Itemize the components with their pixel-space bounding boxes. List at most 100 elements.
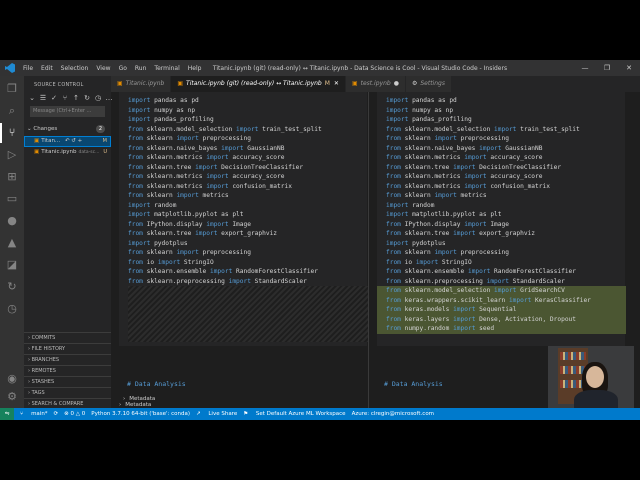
run-debug-icon[interactable]: ▷ bbox=[5, 148, 19, 162]
code-line[interactable]: import random bbox=[386, 201, 434, 211]
arrow-up-icon[interactable]: ↑ bbox=[72, 94, 80, 102]
live-share-status[interactable]: ↗ Live Share bbox=[196, 411, 237, 417]
tab-titanic[interactable]: ▣ Titanic.ipynb bbox=[111, 76, 172, 92]
code-line[interactable]: from keras.layers import Dense, Activati… bbox=[386, 315, 576, 325]
source-control-icon[interactable]: ⑂ bbox=[0, 123, 19, 143]
panel-branches[interactable]: › BRANCHES bbox=[24, 354, 111, 365]
code-line[interactable]: from sklearn import preprocessing bbox=[386, 248, 509, 258]
code-line[interactable]: from sklearn.tree import export_graphviz bbox=[128, 229, 277, 239]
github-icon[interactable]: ● bbox=[5, 214, 19, 228]
azure-icon[interactable]: ▲ bbox=[5, 236, 19, 250]
azureml-workspace[interactable]: ⚑ Set Default Azure ML Workspace bbox=[243, 411, 345, 417]
code-line[interactable]: from sklearn.tree import DecisionTreeCla… bbox=[128, 163, 303, 173]
code-line[interactable]: from sklearn import metrics bbox=[128, 191, 229, 201]
code-line[interactable]: import pandas as pd bbox=[128, 96, 199, 106]
tab-titanic-diff[interactable]: ▣ Titanic.ipynb (git) (read-only) ↔ Titan… bbox=[171, 76, 346, 92]
extensions-icon[interactable]: ⊞ bbox=[5, 170, 19, 184]
menu-file[interactable]: File bbox=[23, 65, 33, 72]
code-line[interactable]: import pydotplus bbox=[386, 239, 446, 249]
list-icon[interactable]: ☰ bbox=[39, 94, 47, 102]
code-line[interactable]: from sklearn.ensemble import RandomFores… bbox=[128, 267, 318, 277]
remote-indicator-icon[interactable]: ⇋ bbox=[0, 408, 14, 420]
menu-selection[interactable]: Selection bbox=[61, 65, 89, 72]
close-icon[interactable]: ✕ bbox=[334, 80, 339, 87]
code-line[interactable]: from sklearn.preprocessing import Standa… bbox=[386, 277, 565, 287]
code-line[interactable]: from sklearn.metrics import accuracy_sco… bbox=[386, 172, 543, 182]
search-icon[interactable]: ⌕ bbox=[5, 104, 19, 118]
chevron-down-icon[interactable]: ⌄ bbox=[28, 94, 36, 102]
branch-status[interactable]: ⑂ main* bbox=[20, 411, 48, 417]
code-line[interactable]: from sklearn.tree import DecisionTreeCla… bbox=[386, 163, 561, 173]
code-line[interactable]: from sklearn.metrics import accuracy_sco… bbox=[128, 172, 285, 182]
accounts-icon[interactable]: ◉ bbox=[5, 372, 19, 386]
minimize-button[interactable]: — bbox=[574, 60, 596, 76]
code-line[interactable]: import pandas_profiling bbox=[386, 115, 472, 125]
code-line[interactable]: from sklearn.model_selection import Grid… bbox=[386, 286, 565, 296]
menu-run[interactable]: Run bbox=[135, 65, 147, 72]
code-line[interactable]: from sklearn.model_selection import trai… bbox=[386, 125, 580, 135]
code-line[interactable]: from sklearn import preprocessing bbox=[386, 134, 509, 144]
diff-original-pane[interactable]: import pandas as pd import numpy as np imp… bbox=[111, 92, 368, 408]
code-line[interactable]: from sklearn.ensemble import RandomFores… bbox=[386, 267, 576, 277]
changed-file-item[interactable]: ▣ Titan... ↶ ↺ + M bbox=[24, 136, 111, 147]
code-line[interactable]: from sklearn.model_selection import trai… bbox=[128, 125, 322, 135]
code-line[interactable]: from sklearn.metrics import confusion_ma… bbox=[386, 182, 550, 192]
changed-file-item[interactable]: ▣ Titanic.ipynb data-sc... U bbox=[24, 147, 111, 158]
timeline-icon[interactable]: ◷ bbox=[5, 302, 19, 316]
code-cell[interactable]: import pandas as pd import numpy as np imp… bbox=[119, 92, 368, 346]
code-line[interactable]: from keras.wrappers.scikit_learn import … bbox=[386, 296, 591, 306]
code-line[interactable]: from keras.models import Sequential bbox=[386, 305, 516, 315]
menu-view[interactable]: View bbox=[96, 65, 110, 72]
panel-remotes[interactable]: › REMOTES bbox=[24, 365, 111, 376]
code-line[interactable]: import random bbox=[128, 201, 176, 211]
live-share-icon[interactable]: ↻ bbox=[5, 280, 19, 294]
code-line[interactable]: from io import StringIO bbox=[128, 258, 214, 268]
code-line[interactable]: from sklearn.metrics import accuracy_sco… bbox=[386, 153, 543, 163]
history-icon[interactable]: ◷ bbox=[94, 94, 102, 102]
code-line[interactable]: from sklearn.metrics import accuracy_sco… bbox=[128, 153, 285, 163]
remote-explorer-icon[interactable]: ▭ bbox=[5, 192, 19, 206]
menu-go[interactable]: Go bbox=[119, 65, 127, 72]
changes-group[interactable]: ⌄ Changes 2 bbox=[27, 124, 109, 134]
code-line[interactable]: from sklearn.metrics import confusion_ma… bbox=[128, 182, 292, 192]
refresh-icon[interactable]: ↻ bbox=[83, 94, 91, 102]
metadata-toggle[interactable]: › Metadata bbox=[123, 396, 155, 402]
tab-settings[interactable]: ⚙ Settings bbox=[405, 76, 452, 92]
check-icon[interactable]: ✓ bbox=[50, 94, 58, 102]
explorer-icon[interactable]: ❐ bbox=[5, 82, 19, 96]
code-line[interactable]: from numpy.random import seed bbox=[386, 324, 494, 334]
panel-stashes[interactable]: › STASHES bbox=[24, 376, 111, 387]
tab-test[interactable]: ▣ test.ipynb ● bbox=[345, 76, 406, 92]
code-line[interactable]: import pydotplus bbox=[128, 239, 188, 249]
code-line[interactable]: from sklearn.tree import export_graphviz bbox=[386, 229, 535, 239]
problems-status[interactable]: ⊗ 0 △ 0 bbox=[64, 411, 85, 417]
file-action-icons[interactable]: ↶ ↺ + bbox=[65, 138, 82, 144]
code-line[interactable]: from sklearn import metrics bbox=[386, 191, 487, 201]
code-line[interactable]: import numpy as np bbox=[128, 106, 195, 116]
code-line[interactable]: from sklearn import preprocessing bbox=[128, 248, 251, 258]
code-line[interactable]: from IPython.display import Image bbox=[128, 220, 251, 230]
code-line[interactable]: import pandas as pd bbox=[386, 96, 457, 106]
code-line[interactable]: from sklearn import preprocessing bbox=[128, 134, 251, 144]
code-cell[interactable]: import pandas as pd import numpy as np imp… bbox=[377, 92, 626, 346]
commit-message-input[interactable]: Message (Ctrl+Enter ... bbox=[30, 106, 105, 117]
maximize-button[interactable]: ❐ bbox=[596, 60, 618, 76]
code-line[interactable]: from sklearn.preprocessing import Standa… bbox=[128, 277, 307, 287]
menu-edit[interactable]: Edit bbox=[41, 65, 53, 72]
close-button[interactable]: ✕ bbox=[618, 60, 640, 76]
gear-icon[interactable]: ⚙ bbox=[5, 390, 19, 404]
branch-icon[interactable]: ⑂ bbox=[61, 94, 69, 102]
code-line[interactable]: from sklearn.naive_bayes import Gaussian… bbox=[386, 144, 542, 154]
menu-terminal[interactable]: Terminal bbox=[154, 65, 179, 72]
azure-account[interactable]: Azure: clregin@microsoft.com bbox=[352, 411, 434, 417]
code-line[interactable]: import numpy as np bbox=[386, 106, 453, 116]
code-line[interactable]: import matplotlib.pyplot as plt bbox=[128, 210, 244, 220]
panel-tags[interactable]: › TAGS bbox=[24, 387, 111, 398]
code-line[interactable]: from IPython.display import Image bbox=[386, 220, 509, 230]
code-line[interactable]: import pandas_profiling bbox=[128, 115, 214, 125]
code-line[interactable]: from sklearn.naive_bayes import Gaussian… bbox=[128, 144, 284, 154]
docker-icon[interactable]: ◪ bbox=[5, 258, 19, 272]
code-line[interactable]: from io import StringIO bbox=[386, 258, 472, 268]
code-line[interactable]: import matplotlib.pyplot as plt bbox=[386, 210, 502, 220]
panel-file-history[interactable]: › FILE HISTORY bbox=[24, 343, 111, 354]
